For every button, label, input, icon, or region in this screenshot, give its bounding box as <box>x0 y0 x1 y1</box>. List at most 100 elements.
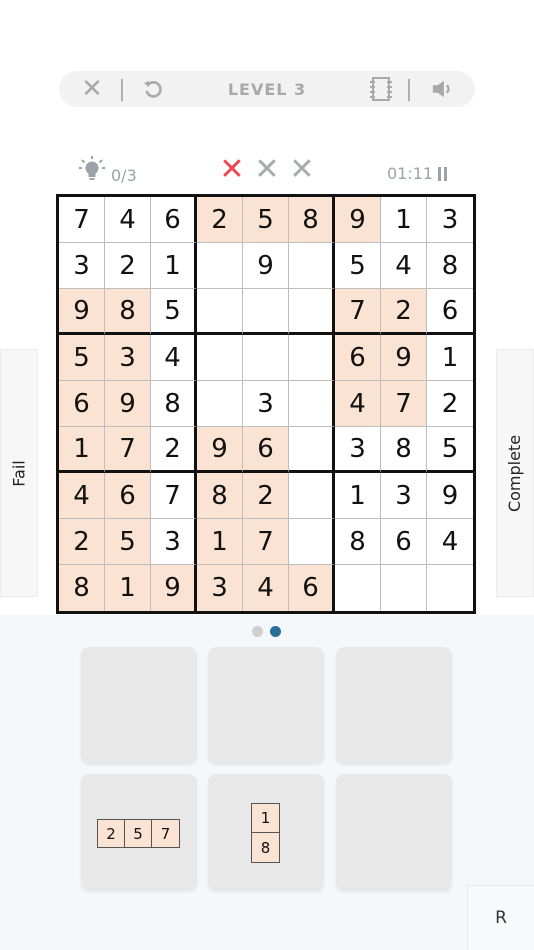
sound-icon[interactable] <box>431 71 455 107</box>
sudoku-cell[interactable] <box>197 289 243 335</box>
sudoku-cell[interactable] <box>243 289 289 335</box>
sudoku-cell[interactable] <box>381 565 427 611</box>
sudoku-cell[interactable]: 2 <box>197 197 243 243</box>
sudoku-cell[interactable] <box>289 289 335 335</box>
sudoku-cell[interactable]: 3 <box>243 381 289 427</box>
sudoku-cell[interactable]: 8 <box>151 381 197 427</box>
sudoku-cell[interactable]: 2 <box>427 381 473 427</box>
r-button[interactable]: R <box>467 885 534 950</box>
sudoku-cell[interactable]: 8 <box>59 565 105 611</box>
sudoku-cell[interactable] <box>289 427 335 473</box>
sudoku-cell[interactable]: 9 <box>381 335 427 381</box>
sudoku-cell[interactable]: 3 <box>59 243 105 289</box>
sudoku-cell[interactable]: 3 <box>105 335 151 381</box>
sudoku-cell[interactable] <box>289 473 335 519</box>
sudoku-cell[interactable]: 9 <box>151 565 197 611</box>
piece-slot-empty[interactable] <box>336 774 452 890</box>
page-dot[interactable] <box>270 626 281 637</box>
sudoku-cell[interactable]: 7 <box>151 473 197 519</box>
sudoku-cell[interactable]: 4 <box>381 243 427 289</box>
sudoku-cell[interactable]: 6 <box>289 565 335 611</box>
piece-slot-vertical[interactable]: 1 8 <box>208 774 324 890</box>
sudoku-cell[interactable]: 7 <box>105 427 151 473</box>
sudoku-cell[interactable]: 6 <box>427 289 473 335</box>
sudoku-cell[interactable]: 3 <box>151 519 197 565</box>
sudoku-cell[interactable]: 7 <box>243 519 289 565</box>
sudoku-cell[interactable] <box>335 565 381 611</box>
sudoku-cell[interactable]: 4 <box>335 381 381 427</box>
sudoku-cell[interactable]: 9 <box>197 427 243 473</box>
sudoku-cell[interactable]: 5 <box>59 335 105 381</box>
sudoku-cell[interactable]: 5 <box>105 519 151 565</box>
notes-icon[interactable] <box>369 71 393 107</box>
sudoku-cell[interactable]: 6 <box>335 335 381 381</box>
sudoku-cell[interactable] <box>197 381 243 427</box>
close-icon[interactable]: ✕ <box>81 71 103 107</box>
sudoku-cell[interactable]: 1 <box>197 519 243 565</box>
piece-horizontal[interactable]: 2 5 7 <box>97 819 180 848</box>
sudoku-cell[interactable]: 7 <box>381 381 427 427</box>
sudoku-cell[interactable]: 5 <box>243 197 289 243</box>
sudoku-cell[interactable]: 2 <box>381 289 427 335</box>
sudoku-cell[interactable]: 9 <box>105 381 151 427</box>
page-dot[interactable] <box>252 626 263 637</box>
sudoku-cell[interactable]: 1 <box>335 473 381 519</box>
sudoku-cell[interactable]: 2 <box>105 243 151 289</box>
sudoku-cell[interactable] <box>243 335 289 381</box>
sudoku-cell[interactable]: 3 <box>427 197 473 243</box>
sudoku-cell[interactable]: 1 <box>381 197 427 243</box>
sudoku-cell[interactable]: 2 <box>151 427 197 473</box>
sudoku-cell[interactable]: 3 <box>335 427 381 473</box>
sudoku-cell[interactable]: 4 <box>427 519 473 565</box>
sudoku-cell[interactable]: 4 <box>243 565 289 611</box>
sudoku-cell[interactable]: 1 <box>105 565 151 611</box>
sudoku-cell[interactable]: 9 <box>427 473 473 519</box>
sudoku-cell[interactable]: 4 <box>105 197 151 243</box>
fail-button[interactable]: Fail <box>0 349 38 597</box>
sudoku-cell[interactable]: 4 <box>151 335 197 381</box>
pause-icon[interactable] <box>438 166 448 181</box>
sudoku-cell[interactable]: 1 <box>59 427 105 473</box>
sudoku-cell[interactable]: 3 <box>197 565 243 611</box>
sudoku-cell[interactable]: 8 <box>197 473 243 519</box>
sudoku-cell[interactable]: 5 <box>427 427 473 473</box>
sudoku-cell[interactable]: 1 <box>151 243 197 289</box>
sudoku-cell[interactable]: 8 <box>427 243 473 289</box>
piece-slot-empty[interactable] <box>81 647 197 763</box>
sudoku-cell[interactable]: 7 <box>59 197 105 243</box>
sudoku-cell[interactable] <box>197 335 243 381</box>
sudoku-cell[interactable]: 8 <box>335 519 381 565</box>
sudoku-cell[interactable]: 9 <box>59 289 105 335</box>
sudoku-cell[interactable]: 3 <box>381 473 427 519</box>
sudoku-cell[interactable] <box>289 335 335 381</box>
sudoku-cell[interactable] <box>289 381 335 427</box>
sudoku-cell[interactable]: 5 <box>335 243 381 289</box>
piece-slot-empty[interactable] <box>208 647 324 763</box>
hint-counter[interactable]: 0/3 <box>79 156 137 185</box>
sudoku-cell[interactable] <box>197 243 243 289</box>
sudoku-cell[interactable]: 2 <box>243 473 289 519</box>
sudoku-cell[interactable]: 6 <box>381 519 427 565</box>
sudoku-cell[interactable]: 4 <box>59 473 105 519</box>
complete-button[interactable]: Complete <box>496 349 534 597</box>
piece-vertical[interactable]: 1 8 <box>251 803 280 863</box>
sudoku-cell[interactable]: 8 <box>105 289 151 335</box>
restart-icon[interactable] <box>141 71 165 107</box>
sudoku-cell[interactable]: 6 <box>243 427 289 473</box>
sudoku-cell[interactable] <box>427 565 473 611</box>
sudoku-cell[interactable]: 9 <box>335 197 381 243</box>
sudoku-cell[interactable]: 6 <box>59 381 105 427</box>
piece-slot-horizontal[interactable]: 2 5 7 <box>81 774 197 890</box>
sudoku-cell[interactable] <box>289 519 335 565</box>
sudoku-cell[interactable]: 7 <box>335 289 381 335</box>
sudoku-cell[interactable]: 2 <box>59 519 105 565</box>
sudoku-cell[interactable]: 9 <box>243 243 289 289</box>
piece-slot-empty[interactable] <box>336 647 452 763</box>
sudoku-cell[interactable]: 5 <box>151 289 197 335</box>
sudoku-cell[interactable]: 1 <box>427 335 473 381</box>
sudoku-cell[interactable]: 8 <box>289 197 335 243</box>
sudoku-cell[interactable]: 6 <box>105 473 151 519</box>
sudoku-cell[interactable]: 6 <box>151 197 197 243</box>
sudoku-cell[interactable]: 8 <box>381 427 427 473</box>
sudoku-cell[interactable] <box>289 243 335 289</box>
